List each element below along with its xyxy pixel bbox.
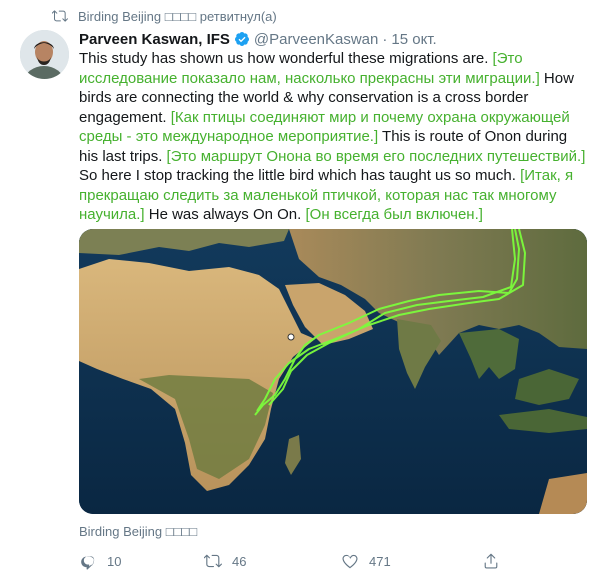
- retweet-count: 46: [232, 553, 247, 569]
- reply-button[interactable]: 10: [79, 549, 121, 573]
- retweet-context-text: Birding Beijing □□□□ ретвитнул(а): [78, 8, 277, 24]
- text-segment: So here I stop tracking the little bird …: [79, 167, 521, 184]
- translation-segment: [Это маршрут Онона во время его последни…: [166, 147, 586, 165]
- source-label[interactable]: Birding Beijing □□□□: [79, 524, 197, 539]
- location-marker: [287, 333, 295, 341]
- author-name[interactable]: Parveen Kaswan, IFS: [79, 31, 230, 48]
- text-segment: This study has shown us how wonderful th…: [79, 50, 493, 67]
- tweet-header: Parveen Kaswan, IFS @ParveenKaswan · 15 …: [79, 29, 437, 49]
- tweet-timestamp[interactable]: 15 окт.: [391, 31, 436, 48]
- like-button[interactable]: 471: [341, 549, 391, 573]
- action-bar: 10 46 471: [79, 549, 587, 573]
- heart-icon: [342, 554, 358, 569]
- like-count: 471: [369, 553, 391, 569]
- share-icon: [484, 553, 498, 569]
- reply-icon: [81, 556, 95, 570]
- reply-count: 10: [107, 553, 122, 569]
- tweet-text: This study has shown us how wonderful th…: [79, 49, 587, 225]
- avatar[interactable]: [20, 30, 69, 79]
- header-separator: ·: [382, 30, 388, 48]
- avatar-image: [20, 30, 69, 79]
- share-button[interactable]: [482, 549, 510, 573]
- retweet-button[interactable]: 46: [204, 549, 246, 573]
- tweet-media-map[interactable]: [79, 229, 587, 514]
- text-segment: He was always On On.: [144, 206, 306, 223]
- retweet-context[interactable]: Birding Beijing □□□□ ретвитнул(а): [52, 6, 277, 26]
- retweet-icon: [204, 554, 222, 568]
- migration-route-map: [79, 229, 587, 514]
- retweet-icon: [52, 10, 68, 22]
- verified-badge-icon: [234, 32, 249, 46]
- author-handle[interactable]: @ParveenKaswan: [254, 31, 378, 48]
- translation-segment: [Он всегда был включен.]: [305, 206, 483, 223]
